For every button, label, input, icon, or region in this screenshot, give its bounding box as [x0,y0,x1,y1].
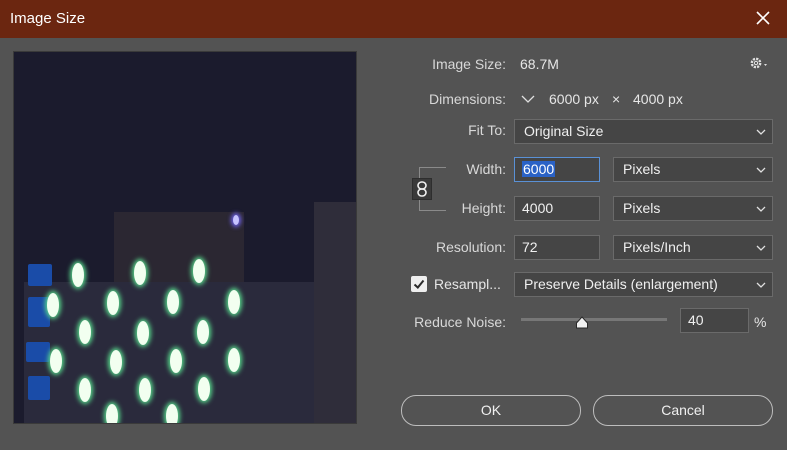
dimensions-width-value: 6000 px [549,91,599,107]
title-bar: Image Size [0,0,787,38]
dimensions-label: Dimensions: [428,91,506,107]
width-value: 6000 [522,161,556,177]
chevron-down-icon [756,206,766,212]
resolution-input[interactable]: 72 [514,235,600,260]
cancel-button[interactable]: Cancel [593,395,773,426]
preview-light [106,404,118,423]
height-input[interactable]: 4000 [514,196,600,221]
close-button[interactable] [749,4,779,34]
preview-light [193,259,205,283]
preview-light [233,215,239,225]
fit-to-dropdown[interactable]: Original Size [514,119,773,144]
width-label: Width: [466,161,506,177]
preview-light [79,320,91,344]
chevron-down-icon [756,245,766,251]
checkmark-icon [413,279,425,289]
dimensions-times: × [612,91,621,107]
constrain-bracket-top [419,167,446,178]
preview-window [28,264,52,286]
preview-light [110,350,122,374]
chevron-down-icon [756,167,766,173]
preview-light [137,321,149,345]
width-unit-value: Pixels [623,161,661,177]
preview-light [47,293,59,317]
link-icon [417,181,427,197]
reduce-noise-unit: % [754,314,767,330]
resolution-label: Resolution: [435,239,506,255]
fit-to-value: Original Size [524,123,604,139]
height-unit-dropdown[interactable]: Pixels [613,196,773,221]
constrain-proportions-button[interactable] [412,178,432,200]
preview-light [134,261,146,285]
preview-light [139,378,151,402]
resample-method-dropdown[interactable]: Preserve Details (enlargement) [514,272,773,297]
reduce-noise-slider-track[interactable] [521,318,667,321]
close-icon [756,11,770,25]
preview-light [197,320,209,344]
height-unit-value: Pixels [623,200,661,216]
preview-light [166,404,178,423]
chevron-down-icon [756,129,766,135]
image-preview[interactable] [13,51,357,424]
width-unit-dropdown[interactable]: Pixels [613,157,773,182]
resolution-value: 72 [522,239,538,255]
fit-to-label: Fit To: [468,122,506,138]
image-size-label: Image Size: [432,56,506,72]
resample-checkbox[interactable] [411,276,427,292]
width-input[interactable]: 6000 [514,157,600,182]
preview-light [228,290,240,314]
resample-method-value: Preserve Details (enlargement) [524,276,718,292]
ok-button[interactable]: OK [401,395,581,426]
resolution-unit-dropdown[interactable]: Pixels/Inch [613,235,773,260]
preview-building [314,202,356,423]
resample-label[interactable]: Resampl... [434,276,501,292]
chevron-down-icon [756,282,766,288]
height-label: Height: [461,200,506,216]
preview-light [107,291,119,315]
slider-thumb-icon [576,316,588,329]
reduce-noise-value: 40 [688,312,704,328]
preview-light [79,378,91,402]
preview-light [50,349,62,373]
reduce-noise-label: Reduce Noise: [414,314,506,330]
window-title: Image Size [10,10,86,27]
height-value: 4000 [522,200,554,216]
preview-building [24,282,356,423]
image-size-value: 68.7M [520,56,559,72]
preview-window [28,376,50,400]
preview-light [198,377,210,401]
preview-window [26,342,50,362]
chevron-down-icon [521,95,535,103]
settings-gear-button[interactable] [749,55,771,76]
preview-light [167,290,179,314]
preview-light [228,348,240,372]
reduce-noise-slider-thumb[interactable] [575,316,589,334]
dimensions-height-value: 4000 px [633,91,683,107]
gear-icon [750,57,767,69]
reduce-noise-input[interactable]: 40 [680,308,749,333]
preview-building [114,212,244,292]
dimensions-unit-toggle[interactable] [520,91,538,109]
preview-light [170,349,182,373]
preview-light [72,263,84,287]
resolution-unit-value: Pixels/Inch [623,239,691,255]
